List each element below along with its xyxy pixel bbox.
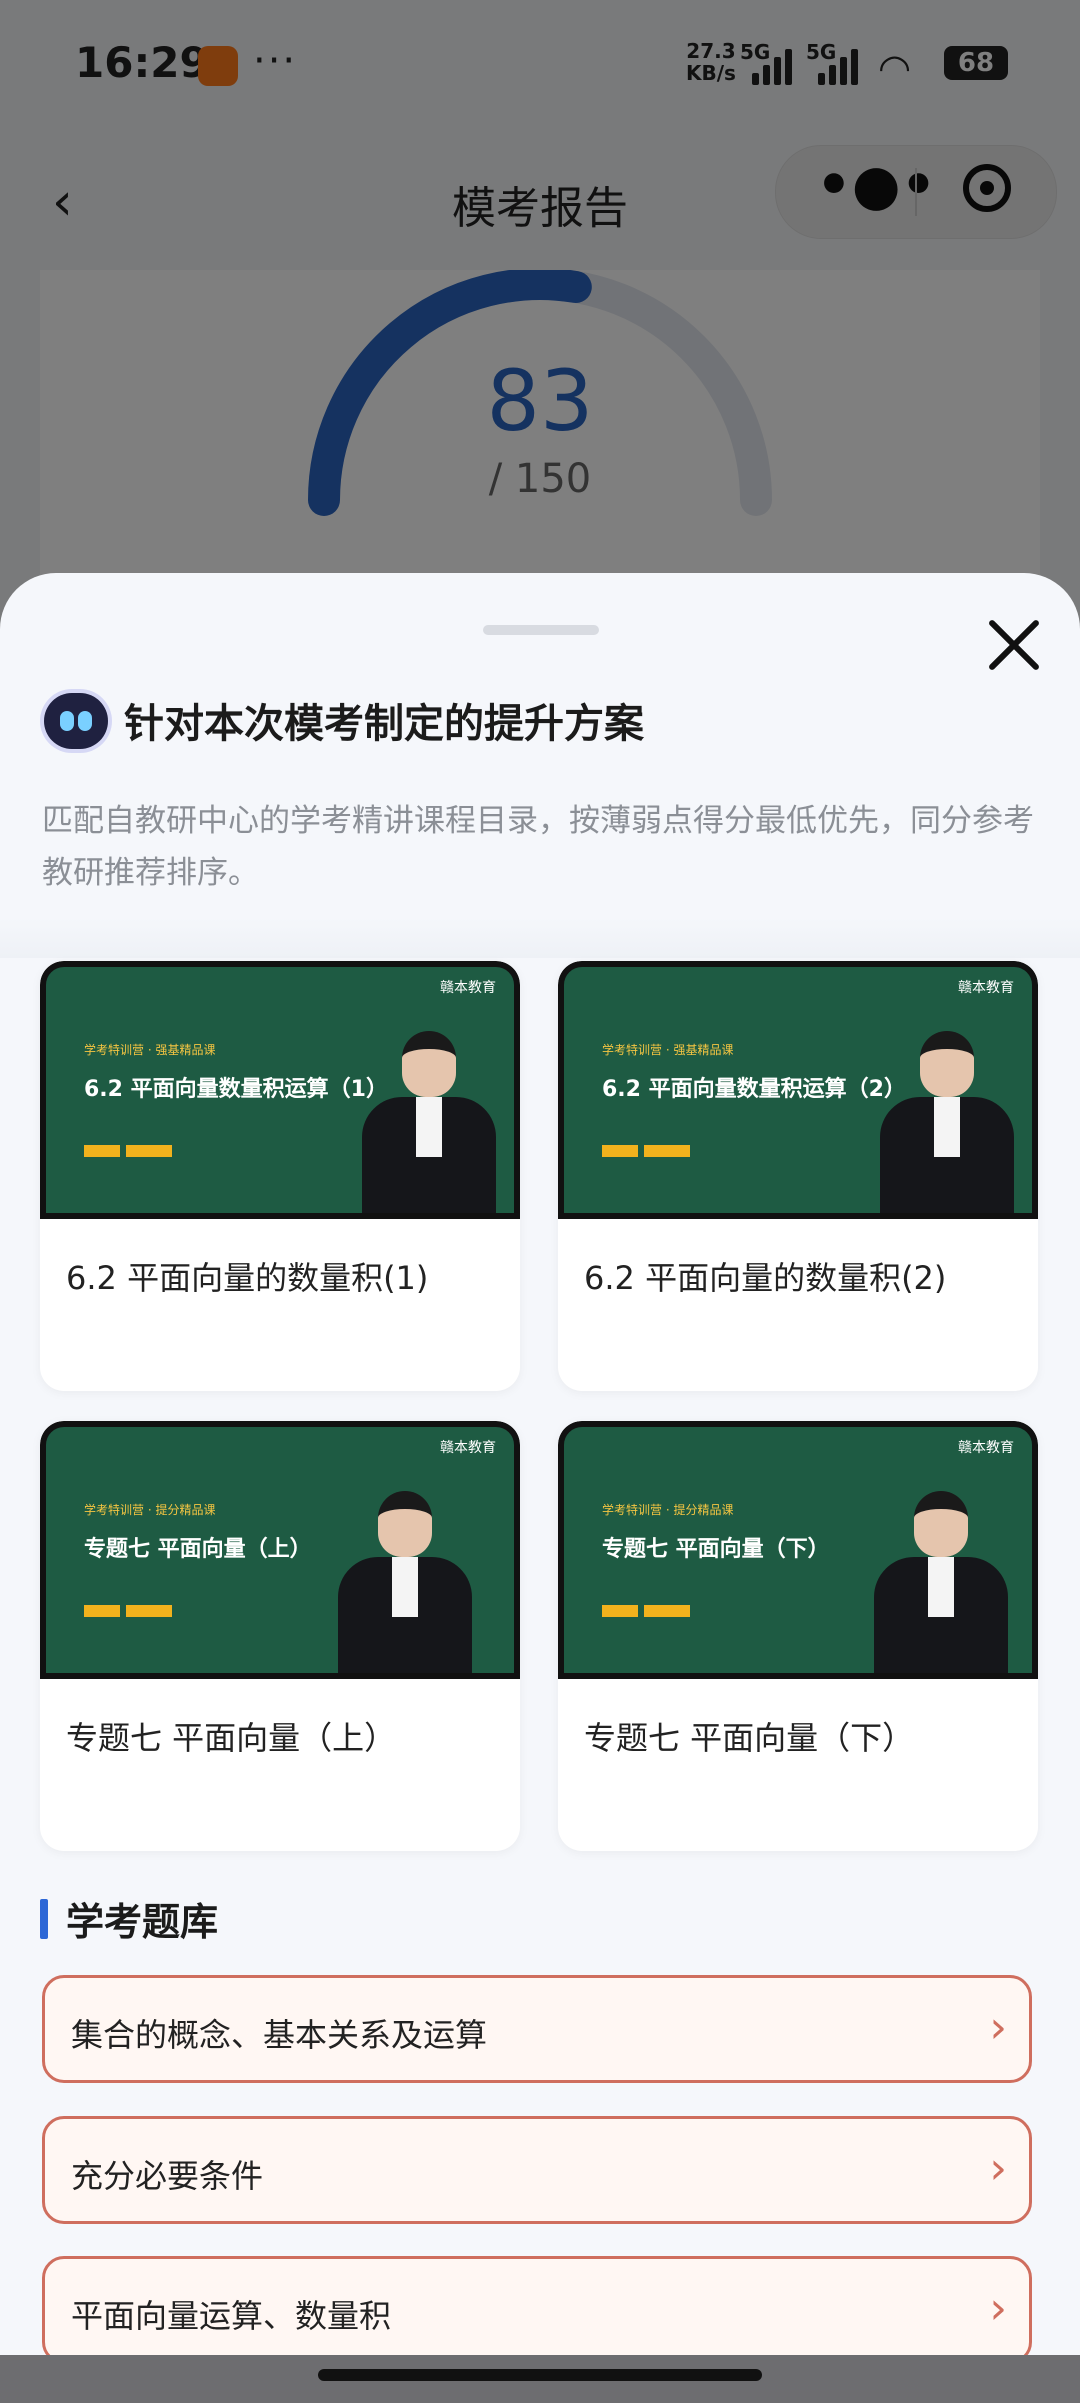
sheet-title: 针对本次模考制定的提升方案 bbox=[124, 701, 644, 747]
brand-logo: 赣本教育 bbox=[958, 980, 1014, 996]
course-card[interactable]: 赣本教育 学考特训营 · 强基精品课 6.2 平面向量数量积运算（1） 6.2 … bbox=[40, 961, 520, 1391]
course-card[interactable]: 赣本教育 学考特训营 · 提分精品课 专题七 平面向量（上） 专题七 平面向量（… bbox=[40, 1421, 520, 1851]
brand-logo: 赣本教育 bbox=[440, 980, 496, 996]
system-nav-area bbox=[0, 2355, 1080, 2403]
course-title: 专题七 平面向量（上） bbox=[66, 1719, 397, 1757]
brand-logo: 赣本教育 bbox=[958, 1440, 1014, 1456]
course-thumbnail: 赣本教育 学考特训营 · 提分精品课 专题七 平面向量（上） bbox=[40, 1421, 520, 1679]
scroll-fade bbox=[0, 918, 1080, 958]
thumbnail-tag: 学考特训营 · 提分精品课 bbox=[84, 1503, 216, 1517]
course-thumbnail: 赣本教育 学考特训营 · 强基精品课 6.2 平面向量数量积运算（1） bbox=[40, 961, 520, 1219]
course-title: 6.2 平面向量的数量积(1) bbox=[66, 1259, 429, 1297]
thumbnail-lesson: 6.2 平面向量数量积运算（1） bbox=[84, 1077, 388, 1102]
brand-logo: 赣本教育 bbox=[440, 1440, 496, 1456]
question-bank-item[interactable]: 平面向量运算、数量积 › bbox=[42, 2256, 1032, 2364]
thumbnail-chip bbox=[602, 1605, 638, 1617]
sheet-description: 匹配自教研中心的学考精讲课程目录，按薄弱点得分最低优先，同分参考教研推荐排序。 bbox=[42, 803, 1034, 891]
thumbnail-tag: 学考特训营 · 强基精品课 bbox=[602, 1043, 734, 1057]
thumbnail-tag: 学考特训营 · 提分精品课 bbox=[602, 1503, 734, 1517]
course-thumbnail: 赣本教育 学考特训营 · 强基精品课 6.2 平面向量数量积运算（2） bbox=[558, 961, 1038, 1219]
thumbnail-chip bbox=[126, 1145, 172, 1157]
course-title: 专题七 平面向量（下） bbox=[584, 1719, 915, 1757]
question-bank-item[interactable]: 集合的概念、基本关系及运算 › bbox=[42, 1975, 1032, 2083]
thumbnail-lesson: 专题七 平面向量（上） bbox=[84, 1537, 312, 1562]
teacher-figure bbox=[330, 1473, 480, 1673]
drag-handle[interactable] bbox=[483, 625, 599, 635]
teacher-figure bbox=[872, 1013, 1022, 1213]
thumbnail-chip bbox=[84, 1145, 120, 1157]
course-card[interactable]: 赣本教育 学考特训营 · 强基精品课 6.2 平面向量数量积运算（2） 6.2 … bbox=[558, 961, 1038, 1391]
chevron-right-icon: › bbox=[989, 2143, 1007, 2194]
teacher-figure bbox=[354, 1013, 504, 1213]
chevron-right-icon: › bbox=[989, 2002, 1007, 2053]
course-card[interactable]: 赣本教育 学考特训营 · 提分精品课 专题七 平面向量（下） 专题七 平面向量（… bbox=[558, 1421, 1038, 1851]
question-bank-label: 集合的概念、基本关系及运算 bbox=[71, 2016, 488, 2054]
thumbnail-chip bbox=[602, 1145, 638, 1157]
section-title-question-bank: 学考题库 bbox=[66, 1900, 219, 1944]
thumbnail-lesson: 专题七 平面向量（下） bbox=[602, 1537, 830, 1562]
improvement-plan-sheet: 针对本次模考制定的提升方案 匹配自教研中心的学考精讲课程目录，按薄弱点得分最低优… bbox=[0, 573, 1080, 2403]
course-thumbnail: 赣本教育 学考特训营 · 提分精品课 专题七 平面向量（下） bbox=[558, 1421, 1038, 1679]
thumbnail-chip bbox=[644, 1145, 690, 1157]
question-bank-label: 平面向量运算、数量积 bbox=[71, 2297, 392, 2335]
chevron-right-icon: › bbox=[989, 2283, 1007, 2334]
section-accent-bar bbox=[40, 1899, 48, 1939]
thumbnail-chip bbox=[126, 1605, 172, 1617]
teacher-figure bbox=[866, 1473, 1016, 1673]
thumbnail-lesson: 6.2 平面向量数量积运算（2） bbox=[602, 1077, 906, 1102]
thumbnail-chip bbox=[84, 1605, 120, 1617]
robot-avatar-icon bbox=[44, 693, 108, 749]
home-indicator[interactable] bbox=[318, 2369, 762, 2381]
course-title: 6.2 平面向量的数量积(2) bbox=[584, 1259, 947, 1297]
close-icon[interactable] bbox=[984, 615, 1044, 675]
thumbnail-chip bbox=[644, 1605, 690, 1617]
question-bank-label: 充分必要条件 bbox=[71, 2157, 264, 2195]
thumbnail-tag: 学考特训营 · 强基精品课 bbox=[84, 1043, 216, 1057]
question-bank-item[interactable]: 充分必要条件 › bbox=[42, 2116, 1032, 2224]
